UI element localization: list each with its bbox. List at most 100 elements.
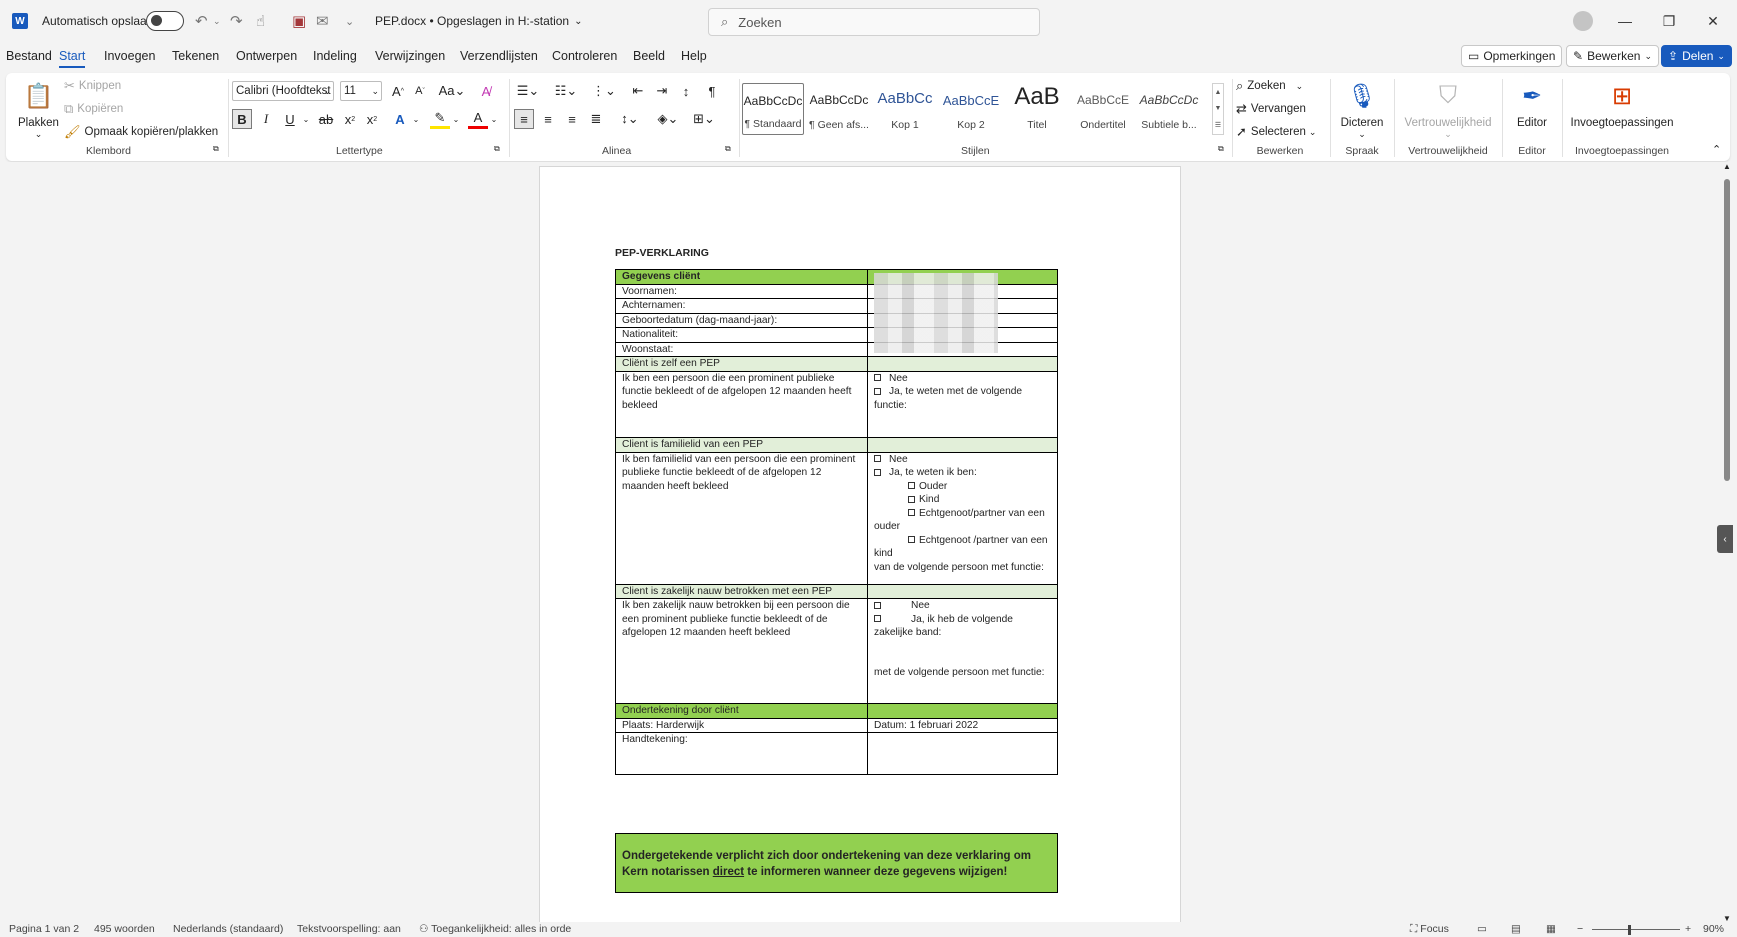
styles-gallery-scroll[interactable]: ▲ ▼ ☰ [1212,83,1224,135]
cut-button[interactable]: ✂ Knippen [64,78,121,94]
editor-button[interactable]: ✒ Editor [1506,79,1558,130]
web-layout-icon[interactable]: ▦ [1546,923,1556,935]
email-icon[interactable]: ✉ [316,0,329,42]
checkbox-icon[interactable] [874,468,881,476]
copy-button[interactable]: ⧉ Kopiëren [64,101,123,117]
focus-button[interactable]: ⛶ Focus [1410,923,1449,936]
tab-start[interactable]: Start [59,49,86,68]
customize-qat-icon[interactable]: ⌄ [345,0,354,42]
checkbox-icon[interactable] [874,615,881,623]
touch-mode-icon[interactable]: ☝ [256,0,265,42]
numbering-icon[interactable]: ☷⌄ [552,81,580,101]
grow-font-icon[interactable]: A ^ [388,81,408,101]
print-layout-icon[interactable]: ▤ [1511,923,1521,935]
bold-button[interactable]: B [232,109,252,129]
language-indicator[interactable]: Nederlands (standaard) [173,923,283,935]
checkbox-row[interactable]: Ja, te weten met de volgende functie: [874,385,1051,412]
table-cell[interactable] [867,732,1058,775]
scrollbar-thumb[interactable] [1724,179,1730,481]
zoom-slider[interactable] [1592,929,1680,930]
checkbox-icon[interactable] [908,536,915,544]
dialog-launcher-icon[interactable]: ⧉ [494,144,500,154]
zoom-in-icon[interactable]: + [1685,923,1691,935]
checkbox-icon[interactable] [874,455,881,463]
paste-button[interactable]: 📋 Plakken ⌄ [18,79,59,140]
text-prediction-status[interactable]: Tekstvoorspelling: aan [297,923,401,935]
style-geen-afstand[interactable]: AaBbCcDc ¶ Geen afs... [808,83,870,135]
increase-indent-icon[interactable]: ⇥ [652,81,672,101]
restore-button[interactable]: ❐ [1646,0,1692,42]
accessibility-status[interactable]: ⚇ Toegankelijkheid: alles in orde [419,923,571,935]
read-mode-icon[interactable]: ▭ [1477,923,1487,935]
scroll-up-icon[interactable]: ▲ [1723,162,1731,171]
align-right-button[interactable]: ≡ [562,109,582,129]
document-title[interactable]: PEP.docx • Opgeslagen in H:-station ⌄ [375,0,582,42]
borders-icon[interactable]: ⊞⌄ [690,109,718,129]
style-subtiele-benadrukking[interactable]: AaBbCcDc Subtiele b... [1138,83,1200,135]
checkbox-icon[interactable] [874,601,881,609]
replace-button[interactable]: ⇄ Vervangen [1236,101,1306,117]
addins-button[interactable]: ⊞ Invoegtoepassingen [1566,79,1678,130]
align-left-button[interactable]: ≡ [514,109,534,129]
page-count[interactable]: Pagina 1 van 2 [9,923,79,935]
collapse-ribbon-icon[interactable]: ⌃ [1712,143,1721,156]
dialog-launcher-icon[interactable]: ⧉ [213,144,219,154]
show-paragraph-marks-icon[interactable]: ¶ [702,81,722,101]
tab-tekenen[interactable]: Tekenen [172,49,219,63]
checkbox-row[interactable]: Kind [874,493,1051,507]
tab-invoegen[interactable]: Invoegen [104,49,155,63]
checkbox-row[interactable]: Ja, te weten ik ben: [874,466,1051,480]
date-field[interactable]: Datum: 1 februari 2022 [867,717,1058,733]
style-titel[interactable]: AaB Titel [1006,83,1068,135]
undo-dropdown-icon[interactable]: ⌄ [213,0,221,42]
checkbox-row[interactable]: Echtgenoot/partner van een ouder [874,507,1051,534]
zoom-slider-thumb[interactable] [1628,925,1631,935]
share-button[interactable]: ⇪ Delen ⌄ [1661,45,1732,67]
place-field[interactable]: Plaats: Harderwijk [615,717,868,733]
font-name-dropdown[interactable]: Calibri (Hoofdtekst ⌄ [232,81,334,101]
checkbox-row[interactable]: Nee [874,599,1051,613]
change-case-icon[interactable]: Aa⌄ [438,81,466,101]
underline-dropdown-icon[interactable]: ⌄ [296,109,316,129]
editing-mode-button[interactable]: ✎ Bewerken ⌄ [1566,45,1659,67]
multilevel-list-icon[interactable]: ⋮⌄ [590,81,618,101]
checkbox-row[interactable]: Ja, ik heb de volgende zakelijke band: [874,613,1051,640]
style-kop-1[interactable]: AaBbCc Kop 1 [874,83,936,135]
table-cell[interactable]: Nee Ja, te weten met de volgende functie… [867,370,1058,438]
decrease-indent-icon[interactable]: ⇤ [628,81,648,101]
checkbox-icon[interactable] [874,374,881,382]
dialog-launcher-icon[interactable]: ⧉ [1218,144,1224,154]
shading-icon[interactable]: ◈⌄ [654,109,682,129]
dialog-launcher-icon[interactable]: ⧉ [725,144,731,154]
redo-icon[interactable]: ↷ [230,0,243,42]
sort-icon[interactable]: ↕ [676,81,696,101]
undo-icon[interactable]: ↶ [195,0,208,42]
tab-bestand[interactable]: Bestand [6,49,52,63]
find-button[interactable]: ⌕ Zoeken ⌄ [1236,78,1303,94]
tab-controleren[interactable]: Controleren [552,49,617,63]
dictate-button[interactable]: 🎙 Dicteren ⌄ [1334,79,1390,140]
table-cell[interactable]: Nee Ja, te weten ik ben: Ouder Kind Echt… [867,451,1058,585]
italic-button[interactable]: I [256,109,276,129]
checkbox-icon[interactable] [874,387,881,395]
tab-verwijzingen[interactable]: Verwijzingen [375,49,445,63]
avatar[interactable] [1573,11,1593,31]
font-color-dropdown-icon[interactable]: ⌄ [484,109,504,129]
close-button[interactable]: ✕ [1690,0,1736,42]
checkbox-icon[interactable] [908,509,915,517]
align-center-button[interactable]: ≡ [538,109,558,129]
style-ondertitel[interactable]: AaBbCcE Ondertitel [1072,83,1134,135]
checkbox-row[interactable]: Nee [874,453,1051,467]
clear-formatting-icon[interactable]: A̸ [476,81,496,101]
tab-beeld[interactable]: Beeld [633,49,665,63]
tab-help[interactable]: Help [681,49,707,63]
tab-verzendlijsten[interactable]: Verzendlijsten [460,49,538,63]
zoom-level[interactable]: 90% [1703,923,1724,935]
checkbox-row[interactable]: Echtgenoot /partner van een kind [874,534,1051,561]
style-kop-2[interactable]: AaBbCcE Kop 2 [940,83,1002,135]
signature-field[interactable]: Handtekening: [615,732,868,775]
checkbox-row[interactable]: Ouder [874,480,1051,494]
tab-ontwerpen[interactable]: Ontwerpen [236,49,297,63]
format-painter-button[interactable]: 🖌 Opmaak kopiëren/plakken [64,124,218,140]
checkbox-row[interactable]: Nee [874,372,1051,386]
